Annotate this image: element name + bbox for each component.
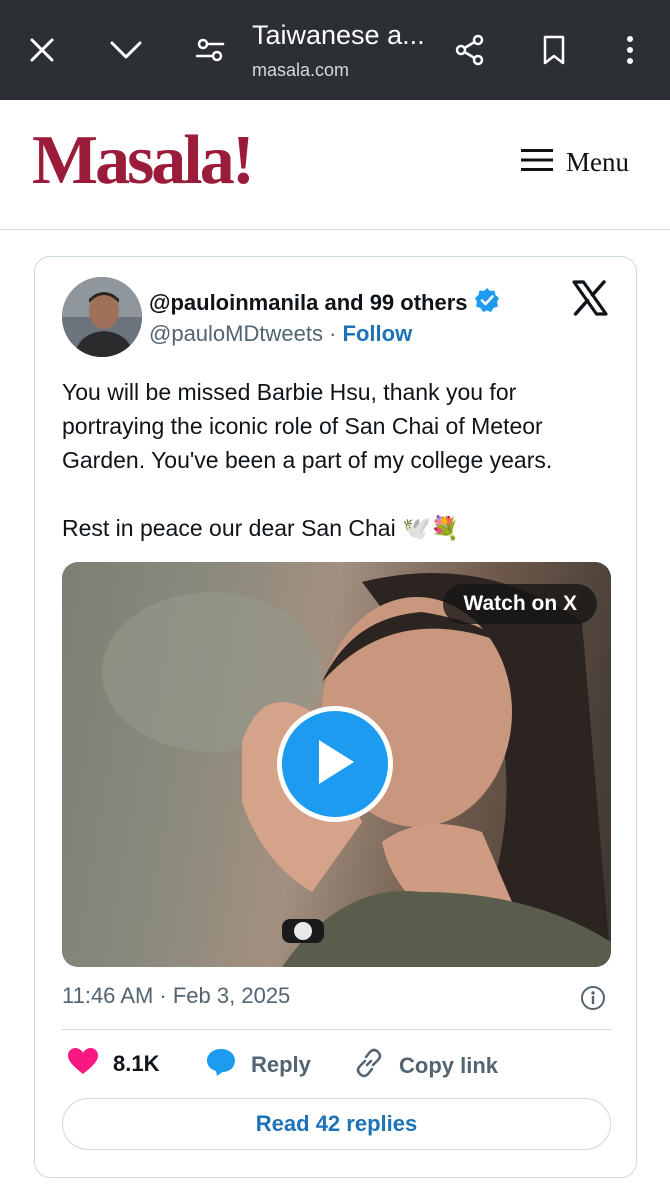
like-button[interactable]: 8.1K (67, 1047, 159, 1081)
browser-toolbar: Taiwanese a... masala.com (0, 0, 670, 100)
reply-icon (205, 1047, 237, 1083)
handle-line: @pauloMDtweets · Follow (149, 321, 412, 347)
url-text[interactable]: masala.com (252, 60, 349, 81)
site-header: Masala! Menu (0, 100, 670, 230)
tweet-text: You will be missed Barbie Hsu, thank you… (62, 375, 612, 579)
bookmark-icon[interactable] (534, 30, 574, 70)
author-text: @pauloinmanila and 99 others (149, 290, 468, 315)
copy-link-button[interactable]: Copy link (353, 1047, 498, 1085)
video-thumbnail[interactable]: Watch on X (62, 562, 611, 967)
more-vert-icon[interactable] (610, 30, 650, 70)
copy-link-label: Copy link (399, 1053, 499, 1078)
verified-badge-icon (474, 287, 500, 319)
reply-label: Reply (251, 1052, 311, 1077)
x-logo-icon[interactable] (571, 279, 609, 317)
like-count: 8.1K (113, 1051, 160, 1076)
info-icon[interactable] (580, 985, 606, 1011)
share-icon[interactable] (450, 30, 490, 70)
tweet-paragraph-2: Rest in peace our dear San Chai 🕊️💐 (62, 515, 460, 541)
link-icon (353, 1047, 385, 1085)
site-logo[interactable]: Masala! (32, 126, 255, 196)
follow-link[interactable]: Follow (343, 321, 413, 346)
user-handle[interactable]: @pauloMDtweets (149, 321, 323, 346)
avatar[interactable] (62, 277, 142, 357)
watch-on-x-button[interactable]: Watch on X (443, 584, 597, 624)
close-icon[interactable] (22, 30, 62, 70)
play-button[interactable] (277, 706, 393, 822)
menu-button[interactable]: Menu (520, 147, 629, 178)
tweet-card[interactable]: @pauloinmanila and 99 others @pauloMDtwe… (34, 256, 637, 1178)
tab-title[interactable]: Taiwanese a... (252, 20, 425, 51)
separator-dot: · (329, 321, 337, 346)
author-name[interactable]: @pauloinmanila and 99 others (149, 287, 500, 319)
menu-label: Menu (566, 147, 629, 177)
menu-icon (520, 147, 554, 178)
page-settings-icon[interactable] (190, 30, 230, 70)
play-icon (313, 737, 357, 792)
chevron-down-icon[interactable] (106, 30, 146, 70)
tweet-paragraph-1: You will be missed Barbie Hsu, thank you… (62, 379, 553, 473)
read-replies-button[interactable]: Read 42 replies (62, 1098, 611, 1150)
tweet-timestamp[interactable]: 11:46 AM · Feb 3, 2025 (62, 983, 290, 1009)
reply-button[interactable]: Reply (205, 1047, 311, 1083)
heart-icon (67, 1047, 99, 1081)
tweet-actions: 8.1K Reply Copy link (62, 1047, 611, 1083)
divider (62, 1029, 611, 1030)
